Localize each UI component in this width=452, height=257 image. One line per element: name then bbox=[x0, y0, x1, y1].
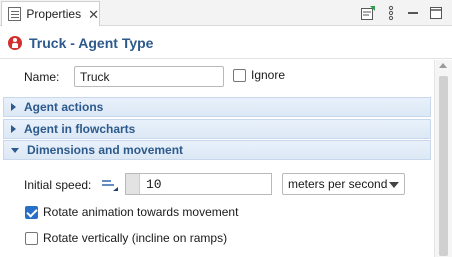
close-icon[interactable]: ✕ bbox=[88, 8, 99, 21]
rotate-vertically-label: Rotate vertically (incline on ramps) bbox=[43, 231, 228, 245]
rotate-animation-checkbox[interactable]: Rotate animation towards movement bbox=[25, 205, 238, 219]
section-label: Agent actions bbox=[24, 100, 104, 114]
chevron-right-icon bbox=[11, 103, 16, 111]
section-label: Dimensions and movement bbox=[27, 143, 184, 157]
properties-tab-label: Properties bbox=[26, 7, 82, 21]
initial-speed-value: 10 bbox=[146, 176, 162, 192]
rotate-vertically-checkbox[interactable]: Rotate vertically (incline on ramps) bbox=[25, 231, 227, 245]
ignore-label: Ignore bbox=[251, 68, 286, 82]
initial-speed-input[interactable]: 10 bbox=[125, 173, 272, 195]
view-menu-icon[interactable] bbox=[383, 5, 399, 21]
chevron-right-icon bbox=[11, 125, 16, 133]
properties-tab[interactable]: Properties ✕ bbox=[1, 1, 100, 26]
initial-speed-row: Initial speed: 10 meters per second bbox=[0, 173, 434, 197]
chevron-down-icon bbox=[11, 147, 19, 153]
rotate-animation-label: Rotate animation towards movement bbox=[43, 205, 239, 219]
ignore-checkbox-box[interactable] bbox=[233, 68, 246, 82]
name-field[interactable] bbox=[74, 66, 224, 87]
speed-unit-value: meters per second bbox=[288, 177, 388, 191]
section-agent-in-flowcharts[interactable]: Agent in flowcharts bbox=[3, 119, 431, 139]
rotate-vertically-checkbox-box[interactable] bbox=[25, 231, 38, 245]
dropdown-arrow-icon bbox=[389, 182, 399, 188]
input-gutter bbox=[126, 174, 140, 194]
properties-icon bbox=[8, 7, 22, 21]
minimize-icon[interactable] bbox=[405, 5, 421, 21]
maximize-icon[interactable] bbox=[428, 5, 444, 21]
speed-unit-select[interactable]: meters per second bbox=[282, 173, 405, 195]
section-dimensions-and-movement[interactable]: Dimensions and movement bbox=[3, 140, 431, 160]
view-tab-bar: Properties ✕ bbox=[0, 0, 452, 26]
pin-view-icon[interactable] bbox=[360, 5, 376, 21]
static-value-icon[interactable] bbox=[101, 176, 119, 192]
rotate-animation-checkbox-box[interactable] bbox=[25, 205, 38, 219]
properties-content: Name: Ignore Agent actions Agent in flow… bbox=[0, 60, 434, 257]
initial-speed-label: Initial speed: bbox=[24, 178, 92, 192]
vertical-scrollbar[interactable] bbox=[434, 60, 452, 257]
properties-header: Truck - Agent Type bbox=[0, 27, 452, 59]
section-label: Agent in flowcharts bbox=[24, 122, 136, 136]
agent-type-icon bbox=[8, 35, 22, 50]
ignore-checkbox[interactable]: Ignore bbox=[233, 68, 285, 82]
page-title: Truck - Agent Type bbox=[29, 34, 154, 51]
section-agent-actions[interactable]: Agent actions bbox=[3, 97, 431, 117]
scrollbar-thumb[interactable] bbox=[439, 76, 448, 256]
scroll-up-icon[interactable] bbox=[439, 63, 447, 68]
name-label: Name: bbox=[24, 70, 60, 84]
name-row: Name: Ignore bbox=[0, 60, 434, 94]
